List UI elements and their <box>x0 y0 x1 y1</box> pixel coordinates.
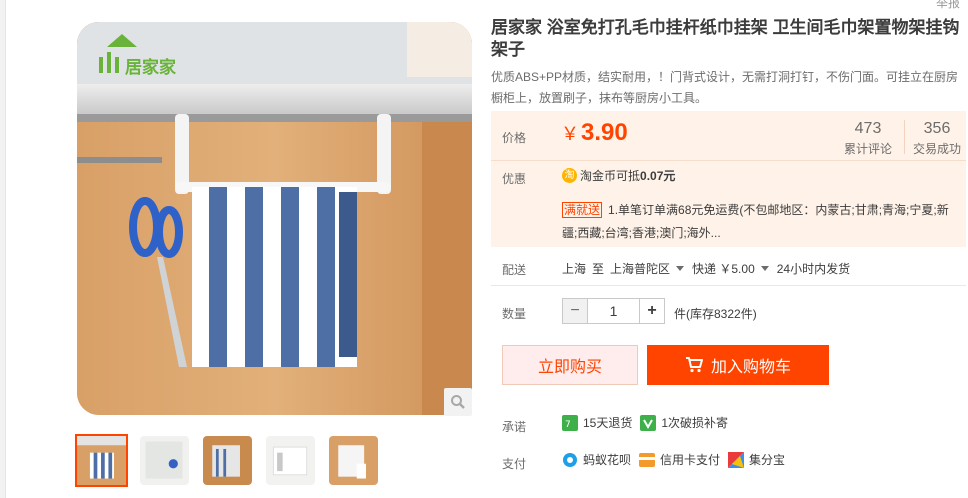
add-to-cart-label: 加入购物车 <box>710 359 791 376</box>
reviews-stat[interactable]: 473 累计评论 <box>832 119 904 159</box>
magnifier-icon <box>451 395 465 409</box>
thumbnail-3[interactable] <box>201 434 254 487</box>
stock-text: 件(库存8322件) <box>674 307 757 321</box>
damage-reship-icon <box>640 414 657 431</box>
thumbnail-1[interactable] <box>75 434 128 487</box>
credit-card-icon <box>639 452 656 468</box>
section-divider <box>491 285 966 286</box>
buy-now-label: 立即购买 <box>537 359 602 376</box>
payment-row: 蚂蚁花呗 信用卡支付 集分宝 <box>562 451 785 468</box>
svg-text:7: 7 <box>565 420 571 429</box>
promise-label: 承诺 <box>502 420 527 434</box>
huabei-icon <box>562 452 578 468</box>
price-row: 价格 ￥3.90 473 累计评论 356 交易成功 <box>491 111 966 160</box>
quantity-label: 数量 <box>502 307 527 321</box>
price-number: 3.90 <box>581 119 628 146</box>
zoom-button[interactable] <box>444 388 472 416</box>
ship-to-word: 至 <box>592 262 605 276</box>
product-subtitle: 优质ABS+PP材质，结实耐用，！门背式设计，无需打洞打钉，不伤门面。可挂立在厨… <box>491 70 959 105</box>
quantity-plus-button[interactable]: + <box>639 298 665 324</box>
method-dropdown-icon[interactable] <box>760 266 769 271</box>
add-to-cart-button[interactable]: 加入购物车 <box>647 345 829 385</box>
report-link[interactable]: 举报 <box>936 0 960 11</box>
taojinbi-text: 淘金币可抵 <box>580 169 641 183</box>
thumbnail-strip <box>75 434 380 487</box>
sales-stat: 356 交易成功 <box>907 119 967 159</box>
stat-divider <box>904 120 905 154</box>
taojinbi-row: 淘 淘金币可抵 0.07元 <box>562 167 675 184</box>
quantity-stepper: − 1 + <box>562 298 665 324</box>
reviews-count: 473 <box>854 120 882 137</box>
mansong-text: 1.单笔订单满68元免运费(不包邮地区：内蒙古;甘肃;青海;宁夏;新疆;西藏;台… <box>562 203 949 240</box>
discount-label: 优惠 <box>502 172 527 186</box>
promise-item-1[interactable]: 15天退货 <box>583 414 632 431</box>
mansong-tag: 满就送 <box>562 202 603 218</box>
shipping-row: 上海 至 上海普陀区 快递 ￥5.00 24小时内发货 <box>562 260 850 277</box>
shipping-label: 配送 <box>502 263 527 277</box>
currency-symbol: ￥ <box>561 124 579 144</box>
mansong-promo: 满就送 1.单笔订单满68元免运费(不包邮地区：内蒙古;甘肃;青海;宁夏;新疆;西… <box>562 199 962 245</box>
thumbnail-2[interactable] <box>138 434 191 487</box>
return-15day-icon: 7 <box>562 414 578 431</box>
quantity-minus-button[interactable]: − <box>562 298 588 324</box>
buy-now-button[interactable]: 立即购买 <box>502 345 638 385</box>
thumbnail-5[interactable] <box>327 434 380 487</box>
promise-item-2[interactable]: 1次破损补寄 <box>661 414 728 431</box>
thumbnail-4[interactable] <box>264 434 317 487</box>
taojinbi-coin-icon: 淘 <box>562 168 577 183</box>
price-label: 价格 <box>502 131 527 145</box>
ship-to-location[interactable]: 上海普陀区 <box>610 260 670 277</box>
location-dropdown-icon[interactable] <box>676 266 685 271</box>
cart-icon <box>685 357 703 373</box>
product-title: 居家家 浴室免打孔毛巾挂杆纸巾挂架 卫生间毛巾架置物架挂钩架子 <box>491 18 960 59</box>
promo-separator <box>491 160 966 161</box>
promise-row: 7 15天退货 1次破损补寄 <box>562 414 728 431</box>
payment-label: 支付 <box>502 457 527 471</box>
left-border-strip <box>0 0 6 498</box>
quantity-input[interactable]: 1 <box>588 298 639 324</box>
main-product-image[interactable]: 居家家 <box>77 22 472 415</box>
logo-text: 居家家 <box>125 57 176 78</box>
payment-item-1[interactable]: 蚂蚁花呗 <box>583 451 631 468</box>
sales-count: 356 <box>923 120 951 137</box>
ship-method: 快递 ￥5.00 <box>692 262 755 276</box>
ship-dispatch: 24小时内发货 <box>776 262 851 276</box>
price-promo-panel: 价格 ￥3.90 473 累计评论 356 交易成功 优惠 淘 淘金币可抵 0.0… <box>491 111 966 247</box>
ship-from: 上海 <box>562 262 587 276</box>
sales-label: 交易成功 <box>912 142 961 156</box>
payment-item-3[interactable]: 集分宝 <box>749 451 785 468</box>
jifenbao-icon <box>728 451 745 468</box>
price-value: ￥3.90 <box>561 119 628 147</box>
reviews-label: 累计评论 <box>843 142 892 156</box>
taojinbi-value: 0.07元 <box>640 169 676 183</box>
payment-item-2[interactable]: 信用卡支付 <box>660 451 720 468</box>
